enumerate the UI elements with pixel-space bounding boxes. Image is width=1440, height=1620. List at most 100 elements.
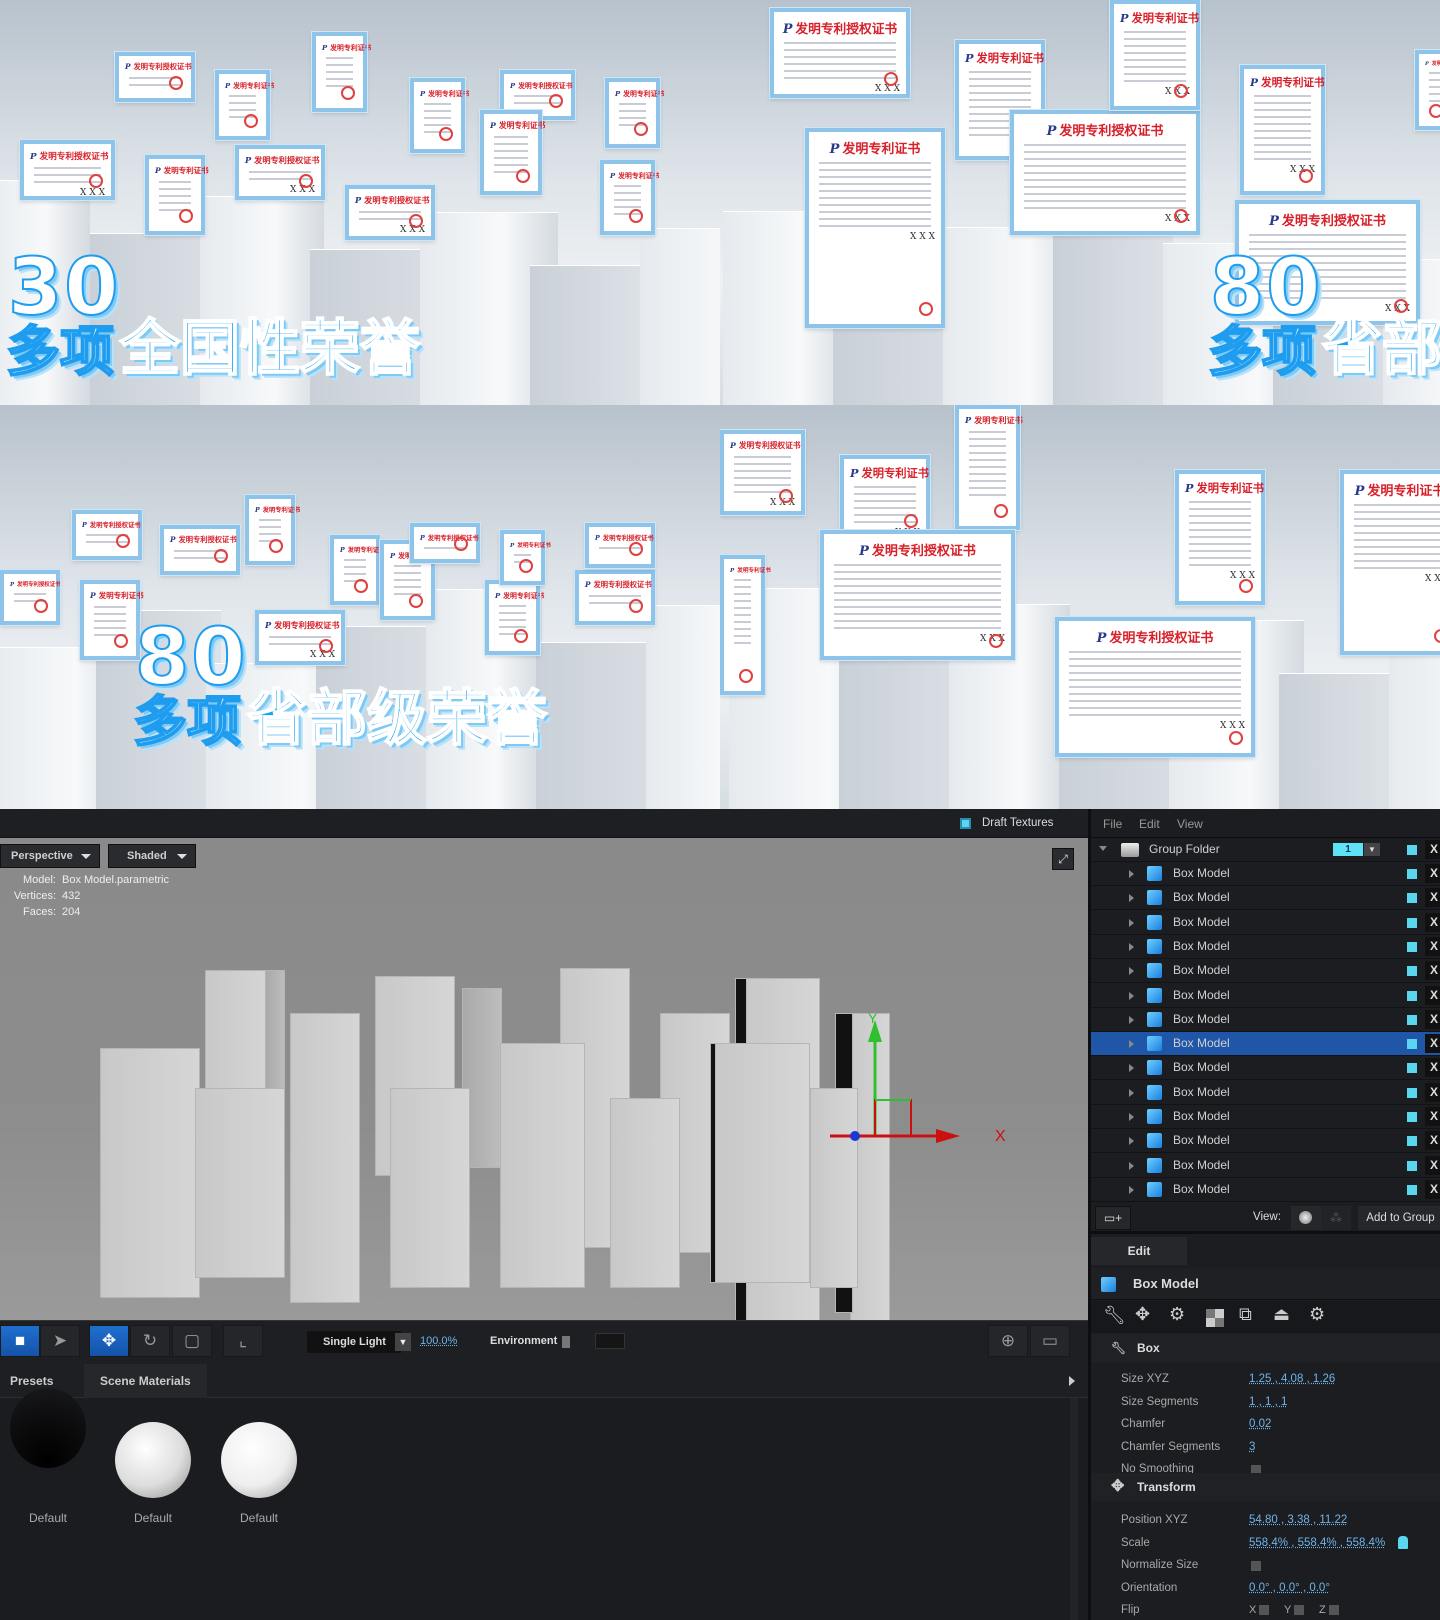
tab-scene-materials[interactable]: Scene Materials xyxy=(84,1364,207,1398)
expand-arrow-icon[interactable] xyxy=(1129,870,1138,878)
scene-list-item[interactable]: Box Model X xyxy=(1091,911,1440,935)
scene-list-item[interactable]: Box Model X xyxy=(1091,1129,1440,1153)
delete-button[interactable]: X xyxy=(1425,1083,1440,1102)
delete-button[interactable]: X xyxy=(1425,961,1440,980)
scene-box[interactable] xyxy=(715,1043,810,1283)
scene-box[interactable] xyxy=(100,1048,200,1298)
delete-button[interactable]: X xyxy=(1425,1180,1440,1199)
scene-list-item[interactable]: Box Model X xyxy=(1091,935,1440,959)
visibility-checkbox[interactable] xyxy=(1407,869,1417,879)
material-icon[interactable] xyxy=(1206,1309,1224,1327)
delete-button[interactable]: X xyxy=(1425,888,1440,907)
settings-gear-icon[interactable]: ⚙ xyxy=(1309,1304,1325,1325)
material-swatch-black[interactable] xyxy=(10,1388,86,1468)
visibility-checkbox[interactable] xyxy=(1407,1185,1417,1195)
monitor-icon[interactable]: ▭ xyxy=(1030,1325,1070,1357)
expand-arrow-icon[interactable] xyxy=(1129,1089,1138,1097)
new-folder-button[interactable]: ▭+ xyxy=(1095,1206,1131,1230)
view-sphere-button[interactable] xyxy=(1291,1206,1321,1230)
gizmo-z-handle[interactable] xyxy=(850,1131,860,1141)
visibility-checkbox[interactable] xyxy=(1407,845,1417,855)
3d-viewport[interactable]: Perspective Shaded Model: Vertices: Face… xyxy=(0,838,1088,1320)
expand-arrow-icon[interactable] xyxy=(1129,1064,1138,1072)
lock-icon[interactable] xyxy=(1398,1536,1408,1549)
move-tool-button[interactable]: ✥ xyxy=(89,1325,129,1357)
group-index-field[interactable]: 1 xyxy=(1333,843,1363,856)
expand-arrow-icon[interactable] xyxy=(1129,1040,1138,1048)
scene-box[interactable] xyxy=(195,1088,285,1278)
menu-view[interactable]: View xyxy=(1177,817,1203,831)
expand-arrow-icon[interactable] xyxy=(1129,1186,1138,1194)
expand-arrow-icon[interactable] xyxy=(1129,919,1138,927)
expand-arrow-icon[interactable] xyxy=(1129,894,1138,902)
material-swatch-bright[interactable] xyxy=(221,1422,297,1498)
expand-arrow-icon[interactable] xyxy=(1129,943,1138,951)
transform-gizmo[interactable] xyxy=(820,1008,1020,1168)
flip-y-checkbox[interactable]: Y xyxy=(1284,1604,1304,1616)
delete-button[interactable]: X xyxy=(1425,1156,1440,1175)
lighting-dropdown[interactable]: Single Light xyxy=(307,1331,401,1353)
scene-list-item[interactable]: Box Model X xyxy=(1091,886,1440,910)
box-section-header[interactable]: 🔧︎ Box xyxy=(1091,1334,1440,1362)
visibility-checkbox[interactable] xyxy=(1407,942,1417,952)
expand-arrow-icon[interactable] xyxy=(1129,1137,1138,1145)
delete-button[interactable]: X xyxy=(1425,864,1440,883)
visibility-checkbox[interactable] xyxy=(1407,1161,1417,1171)
view-grid-button[interactable]: ⁂ xyxy=(1321,1206,1351,1230)
expand-arrow-icon[interactable] xyxy=(1129,1162,1138,1170)
light-intensity-value[interactable]: 100.0% xyxy=(420,1335,457,1347)
scene-list-item[interactable]: Box Model X xyxy=(1091,984,1440,1008)
delete-button[interactable]: X xyxy=(1425,937,1440,956)
scene-box[interactable] xyxy=(390,1088,470,1288)
scene-list-item[interactable]: Box Model X xyxy=(1091,1056,1440,1080)
camera-tool-button[interactable]: ■ xyxy=(0,1325,40,1357)
scene-list-item[interactable]: Box Model X xyxy=(1091,1081,1440,1105)
chevron-down-icon[interactable]: ▼ xyxy=(395,1333,411,1351)
collapse-arrow-icon[interactable] xyxy=(1099,846,1107,855)
scene-list-item[interactable]: Box Model X xyxy=(1091,862,1440,886)
move-icon[interactable]: ✥ xyxy=(1135,1304,1150,1325)
scene-list-item[interactable]: Box Model X xyxy=(1091,1105,1440,1129)
visibility-checkbox[interactable] xyxy=(1407,893,1417,903)
material-swatch-white[interactable] xyxy=(115,1422,191,1498)
visibility-checkbox[interactable] xyxy=(1407,1136,1417,1146)
wrench-icon[interactable]: 🔧︎ xyxy=(1103,1305,1126,1326)
visibility-checkbox[interactable] xyxy=(1407,991,1417,1001)
scene-list-item[interactable]: Box Model X xyxy=(1091,1032,1440,1056)
property-checkbox[interactable] xyxy=(1251,1561,1261,1571)
visibility-checkbox[interactable] xyxy=(1407,1039,1417,1049)
visibility-checkbox[interactable] xyxy=(1407,1112,1417,1122)
camera-mode-dropdown[interactable]: Perspective xyxy=(0,844,100,868)
environment-checkbox[interactable] xyxy=(562,1336,570,1348)
property-value[interactable]: 0.02 xyxy=(1249,1418,1271,1430)
flip-z-checkbox[interactable]: Z xyxy=(1319,1604,1339,1616)
target-icon[interactable]: ⊕ xyxy=(988,1325,1028,1357)
maximize-icon[interactable]: ⤢ xyxy=(1052,848,1074,870)
visibility-checkbox[interactable] xyxy=(1407,1015,1417,1025)
scene-list-item[interactable]: Box Model X xyxy=(1091,959,1440,983)
gizmo-x-arrow[interactable] xyxy=(936,1129,960,1143)
expand-arrow-icon[interactable] xyxy=(1129,1016,1138,1024)
transform-section-header[interactable]: ✥ Transform xyxy=(1091,1473,1440,1501)
uv-map-icon[interactable]: ⧉ xyxy=(1239,1304,1252,1325)
expand-arrow-icon[interactable] xyxy=(1129,992,1138,1000)
scale-tool-button[interactable]: ▢ xyxy=(172,1325,212,1357)
chevron-down-icon[interactable]: ▼ xyxy=(1364,843,1380,856)
menu-edit[interactable]: Edit xyxy=(1139,817,1160,831)
environment-color-swatch[interactable] xyxy=(595,1333,625,1349)
scene-list-item[interactable]: Box Model X xyxy=(1091,1178,1440,1202)
delete-button[interactable]: X xyxy=(1425,840,1440,859)
visibility-checkbox[interactable] xyxy=(1407,1088,1417,1098)
property-value[interactable]: 54.80 , 3.38 , 11.22 xyxy=(1249,1514,1347,1526)
scene-box[interactable] xyxy=(500,1043,585,1288)
property-value[interactable]: 1 , 1 , 1 xyxy=(1249,1396,1287,1408)
delete-button[interactable]: X xyxy=(1425,1010,1440,1029)
select-tool-button[interactable]: ➤ xyxy=(40,1325,80,1357)
flip-x-checkbox[interactable]: X xyxy=(1249,1604,1269,1616)
add-to-group-button[interactable]: Add to Group xyxy=(1358,1206,1440,1230)
scene-box[interactable] xyxy=(290,1013,360,1303)
property-value[interactable]: 558.4% , 558.4% , 558.4% xyxy=(1249,1537,1385,1549)
property-value[interactable]: 1.25 , 4.08 , 1.26 xyxy=(1249,1373,1335,1385)
delete-button[interactable]: X xyxy=(1425,986,1440,1005)
checkbox[interactable] xyxy=(1259,1605,1269,1615)
